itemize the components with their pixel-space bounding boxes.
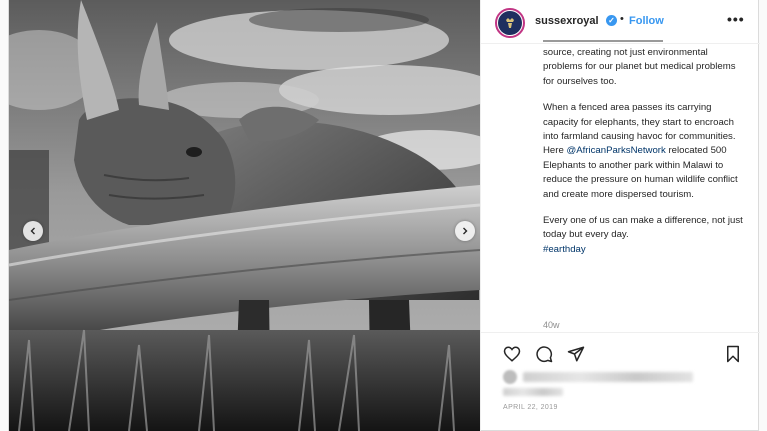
- hashtag-link[interactable]: #earthday: [543, 244, 586, 255]
- caption-text: Every one of us can make a difference, n…: [543, 215, 743, 241]
- crown-monogram-icon: [506, 18, 514, 28]
- caption-paragraph: source, creating not just environmental …: [543, 47, 736, 87]
- share-icon[interactable]: [567, 345, 585, 363]
- likes-summary-blurred-line2: [503, 388, 563, 396]
- caption-paragraph: When a fenced area passes its carrying c…: [543, 101, 748, 202]
- rhino-photo-image: [9, 0, 480, 431]
- caption-paragraph: Every one of us can make a difference, n…: [543, 214, 748, 257]
- truncated-caption-line: [543, 37, 683, 43]
- bookmark-icon[interactable]: [724, 345, 742, 363]
- post-date: APRIL 22, 2019: [503, 404, 558, 411]
- next-photo-button[interactable]: [455, 221, 475, 241]
- username-link[interactable]: sussexroyal: [535, 15, 599, 27]
- verified-badge-icon: ✓: [606, 15, 617, 26]
- action-bar: [481, 332, 760, 374]
- post-photo[interactable]: [9, 0, 480, 431]
- chevron-right-icon: [463, 227, 468, 235]
- separator-dot: •: [620, 13, 624, 25]
- profile-avatar[interactable]: [495, 8, 525, 38]
- comment-icon[interactable]: [535, 345, 553, 363]
- likes-summary-blurred: [503, 370, 693, 384]
- liker-avatar: [503, 370, 517, 384]
- avatar-monogram: [498, 11, 522, 35]
- chevron-left-icon: [30, 227, 35, 235]
- caption-timestamp[interactable]: 40w: [543, 320, 560, 330]
- page-background: sussexroyal ✓ • Follow ••• source, creat…: [0, 0, 767, 431]
- blurred-likes-text: [523, 372, 693, 382]
- mention-link[interactable]: @AfricanParksNetwork: [566, 145, 665, 156]
- post-side-panel: sussexroyal ✓ • Follow ••• source, creat…: [480, 0, 760, 431]
- heart-icon[interactable]: [503, 345, 521, 363]
- more-options-button[interactable]: •••: [727, 11, 745, 27]
- post-caption: source, creating not just environmental …: [543, 40, 748, 257]
- follow-button[interactable]: Follow: [629, 15, 664, 27]
- instagram-post: sussexroyal ✓ • Follow ••• source, creat…: [8, 0, 760, 431]
- previous-photo-button[interactable]: [23, 221, 43, 241]
